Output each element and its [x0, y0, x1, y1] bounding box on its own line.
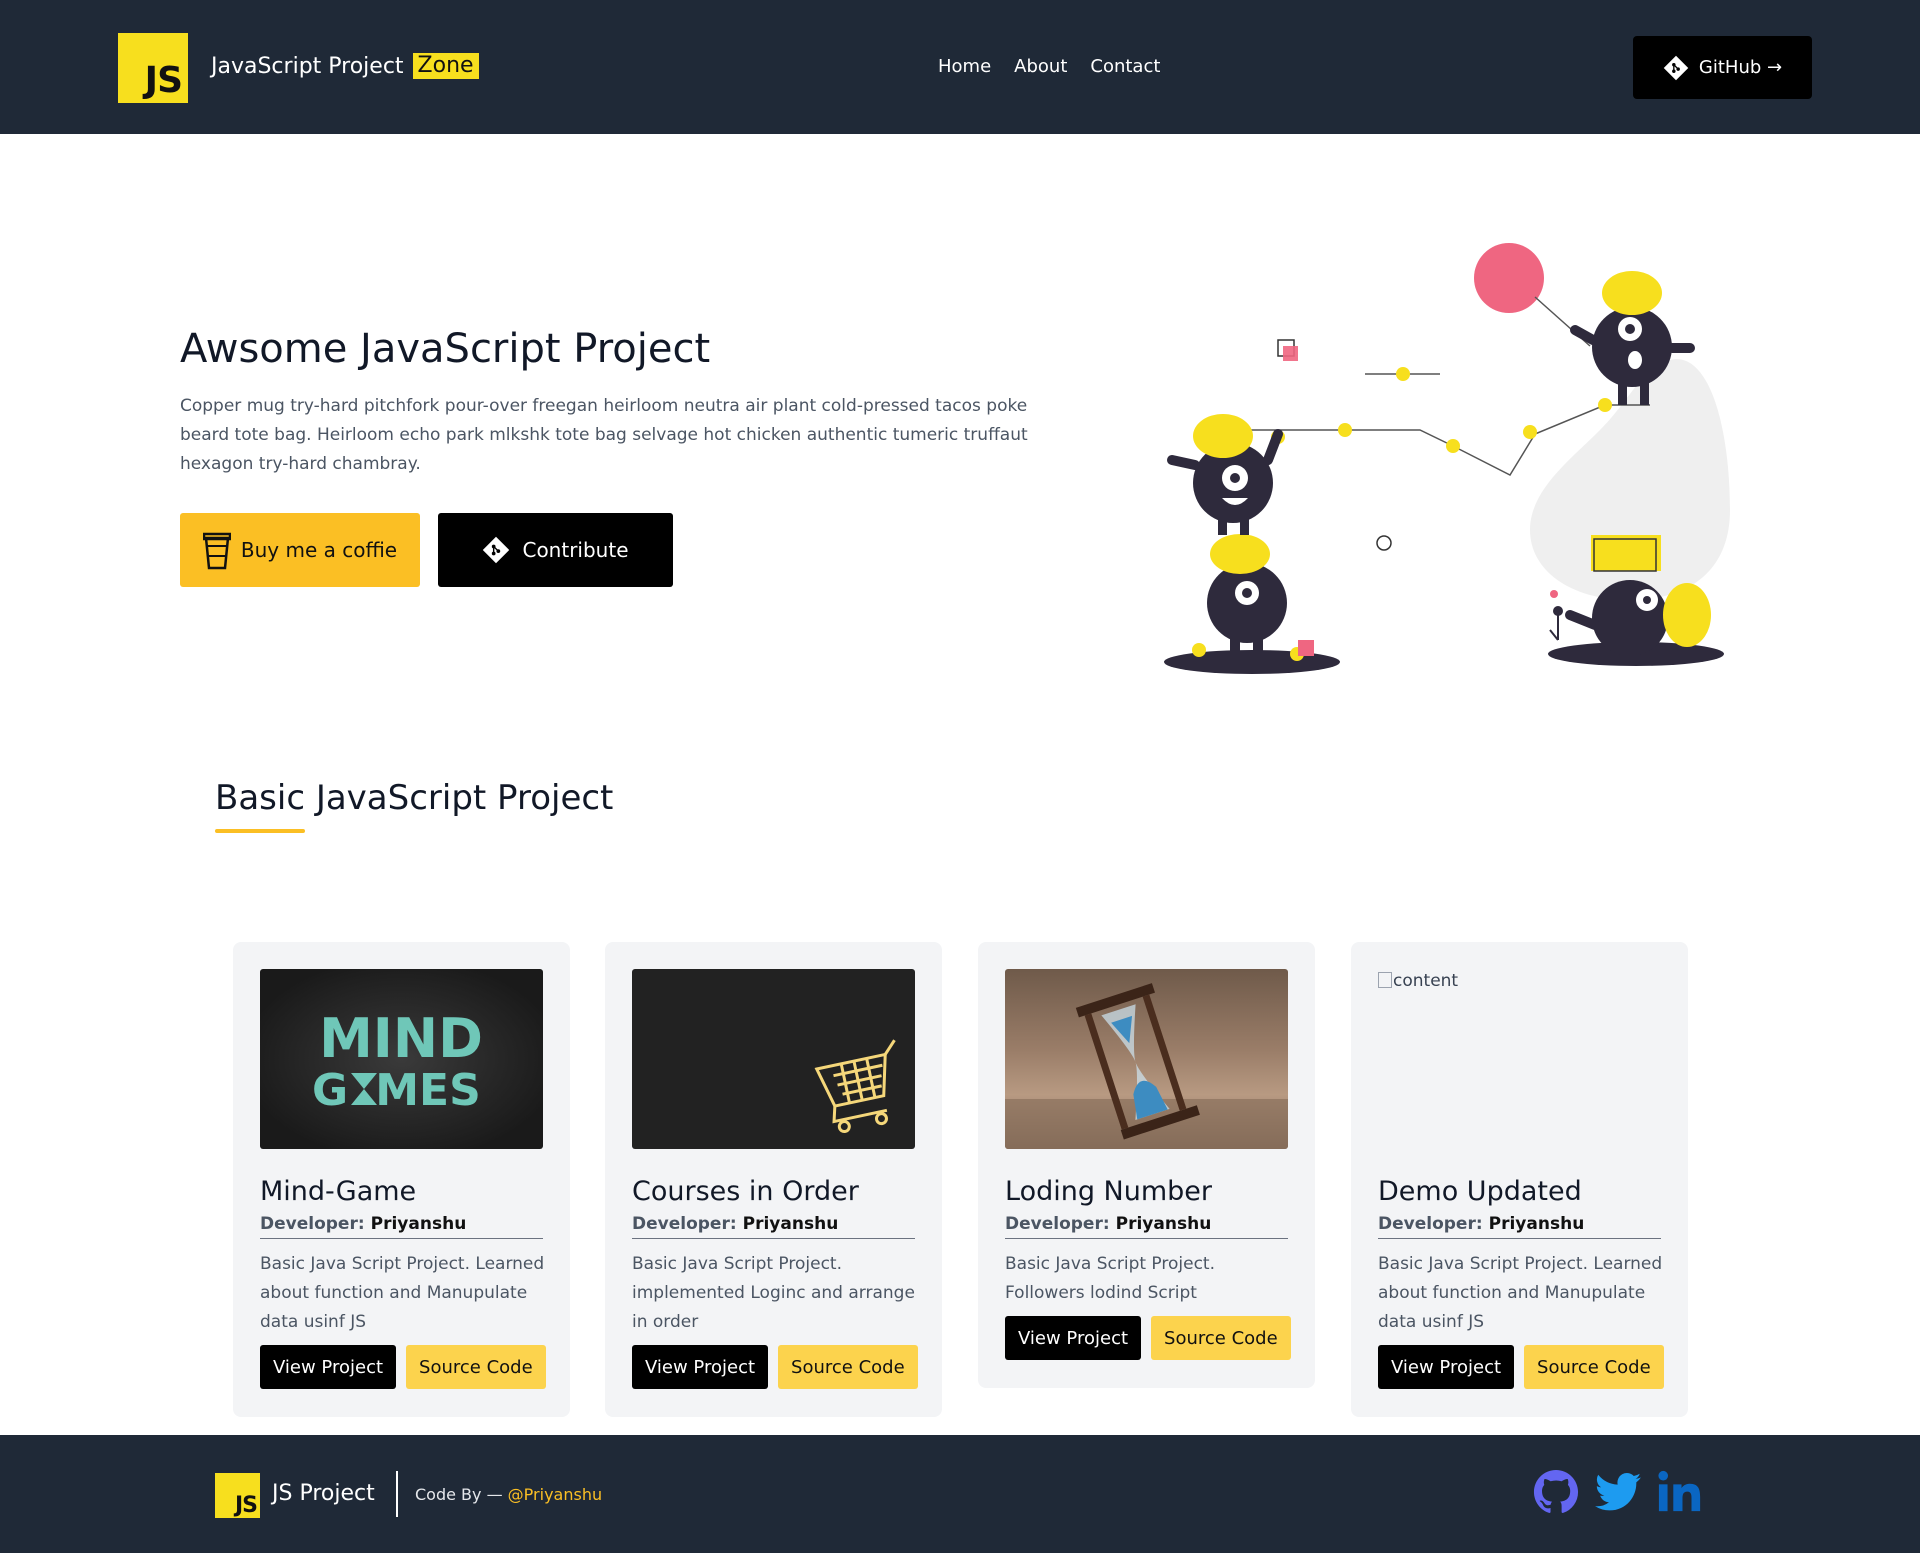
logo-word-mind: MIND — [319, 1007, 483, 1070]
monsters-illustration — [1164, 243, 1730, 674]
card-developer: Developer: Priyanshu — [1005, 1214, 1288, 1239]
card-title: Demo Updated — [1378, 1176, 1582, 1207]
contribute-label: Contribute — [522, 538, 629, 562]
logo-word-mes: MES — [375, 1065, 481, 1116]
buy-coffee-button[interactable]: Buy me a coffie — [180, 513, 420, 587]
github-icon[interactable] — [1533, 1469, 1579, 1515]
hourglass-icon — [1005, 983, 1288, 1149]
nav-contact[interactable]: Contact — [1090, 56, 1160, 77]
card-description: Basic Java Script Project. implemented L… — [632, 1254, 915, 1332]
mind-games-logo: MIND G MES — [312, 1007, 483, 1116]
github-button[interactable]: GitHub → — [1633, 36, 1812, 99]
image-alt-text: content — [1393, 971, 1459, 991]
card-actions: View Project Source Code — [632, 1345, 918, 1389]
card-actions: View Project Source Code — [1005, 1316, 1291, 1360]
project-card-courses: Courses in Order Developer: Priyanshu Bas… — [605, 942, 942, 1417]
developer-label: Developer: — [260, 1214, 365, 1234]
card-description: Basic Java Script Project. Followers lod… — [1005, 1254, 1216, 1303]
project-thumbnail[interactable] — [632, 969, 915, 1149]
footer-credit: Code By — @Priyanshu — [415, 1485, 602, 1504]
shopping-cart-icon — [814, 1039, 896, 1134]
nav-about[interactable]: About — [1014, 56, 1067, 77]
nav-home[interactable]: Home — [938, 56, 991, 77]
brand[interactable]: JavaScript Project Zone — [211, 53, 479, 79]
site-footer: JS JS Project Code By — @Priyanshu — [0, 1435, 1920, 1553]
card-title: Loding Number — [1005, 1176, 1213, 1207]
footer-js-logo[interactable]: JS — [215, 1473, 260, 1518]
footer-divider — [396, 1471, 398, 1517]
source-code-button[interactable]: Source Code — [406, 1345, 546, 1389]
github-label: GitHub → — [1698, 57, 1783, 78]
card-title: Mind-Game — [260, 1176, 417, 1207]
card-description: Basic Java Script Project. Learned about… — [1378, 1254, 1663, 1332]
developer-label: Developer: — [632, 1214, 737, 1234]
twitter-icon[interactable] — [1595, 1472, 1641, 1512]
js-logo[interactable]: JS — [118, 33, 188, 103]
developer-name: Priyanshu — [370, 1214, 467, 1234]
project-card-demo: content Demo Updated Developer: Priyanshu… — [1351, 942, 1688, 1417]
logo-letter-g: G — [312, 1065, 348, 1116]
source-code-button[interactable]: Source Code — [778, 1345, 918, 1389]
section-underline — [215, 829, 305, 833]
hero-title: Awsome JavaScript Project — [180, 326, 711, 372]
developer-name: Priyanshu — [742, 1214, 839, 1234]
card-description: Basic Java Script Project. Learned about… — [260, 1254, 545, 1332]
logo-text: JS — [144, 60, 183, 101]
footer-brand[interactable]: JS Project — [272, 1481, 375, 1506]
coffee-cup-icon — [202, 532, 231, 570]
card-actions: View Project Source Code — [260, 1345, 546, 1389]
main-nav: Home About Contact — [938, 56, 1160, 77]
coffee-label: Buy me a coffie — [240, 538, 398, 562]
section-title: Basic JavaScript Project — [215, 778, 614, 818]
developer-name: Priyanshu — [1488, 1214, 1585, 1234]
social-links — [1533, 1469, 1703, 1515]
broken-image[interactable]: content — [1378, 971, 1458, 991]
developer-label: Developer: — [1005, 1214, 1110, 1234]
brand-name: JavaScript Project — [211, 53, 404, 79]
developer-label: Developer: — [1378, 1214, 1483, 1234]
card-actions: View Project Source Code — [1378, 1345, 1664, 1389]
broken-image-icon — [1378, 972, 1392, 988]
git-icon — [1663, 55, 1689, 80]
project-thumbnail[interactable] — [1005, 969, 1288, 1149]
brand-badge: Zone — [412, 53, 479, 79]
card-developer: Developer: Priyanshu — [260, 1214, 543, 1239]
project-card-mind-game: MIND G MES Mind-Game Developer: Priyanshu… — [233, 942, 570, 1417]
project-thumbnail[interactable]: MIND G MES — [260, 969, 543, 1149]
footer-logo-text: JS — [234, 1493, 258, 1518]
card-developer: Developer: Priyanshu — [1378, 1214, 1661, 1239]
site-header: JS JavaScript Project Zone Home About Co… — [0, 0, 1920, 134]
card-developer: Developer: Priyanshu — [632, 1214, 915, 1239]
contribute-button[interactable]: Contribute — [438, 513, 673, 587]
linkedin-icon[interactable] — [1657, 1469, 1703, 1515]
developer-name: Priyanshu — [1115, 1214, 1212, 1234]
view-project-button[interactable]: View Project — [260, 1345, 397, 1389]
view-project-button[interactable]: View Project — [1378, 1345, 1515, 1389]
git-icon — [483, 536, 510, 564]
code-by-label: Code By — — [415, 1485, 503, 1504]
source-code-button[interactable]: Source Code — [1151, 1316, 1291, 1360]
view-project-button[interactable]: View Project — [1005, 1316, 1142, 1360]
card-title: Courses in Order — [632, 1176, 859, 1207]
author-handle-link[interactable]: @Priyanshu — [508, 1485, 602, 1504]
hero-text: Copper mug try-hard pitchfork pour-over … — [180, 396, 1028, 474]
source-code-button[interactable]: Source Code — [1524, 1345, 1664, 1389]
view-project-button[interactable]: View Project — [632, 1345, 769, 1389]
project-card-loading-number: Loding Number Developer: Priyanshu Basic … — [978, 942, 1315, 1388]
